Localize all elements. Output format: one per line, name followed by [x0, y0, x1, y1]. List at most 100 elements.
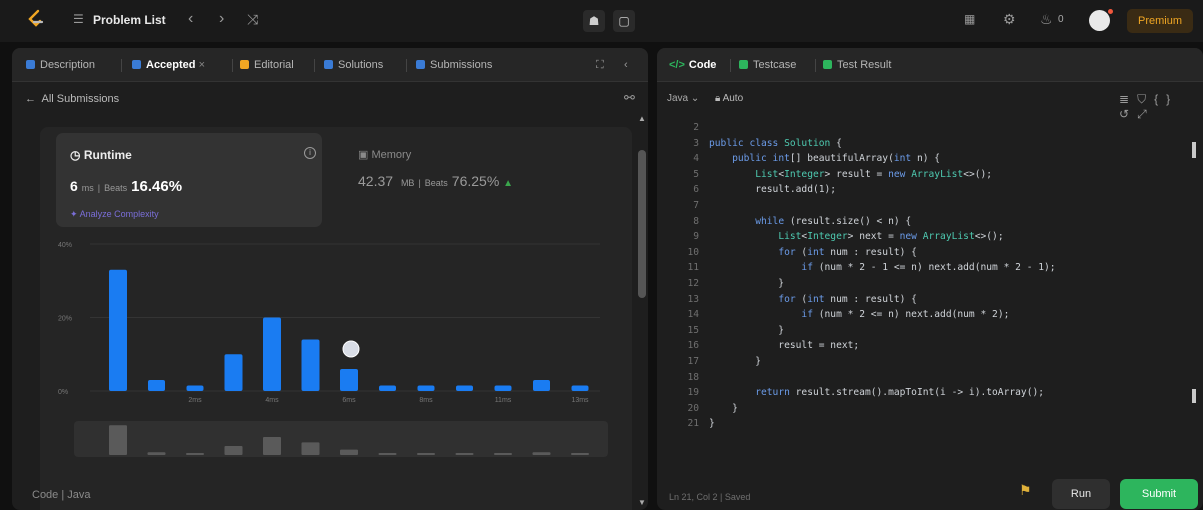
- tab-solutions[interactable]: Solutions: [324, 59, 383, 71]
- runtime-distribution-chart[interactable]: 0% 20% 40% 2ms 4ms 6ms 8ms 11ms 13ms: [40, 127, 632, 510]
- code-line[interactable]: 2: [657, 122, 1203, 136]
- x-tick-label: 6ms: [342, 397, 356, 404]
- auto-label: Auto: [722, 93, 744, 104]
- bookmark-icon[interactable]: ⛉: [1137, 92, 1154, 106]
- tab-code[interactable]: </> Code: [669, 59, 716, 71]
- submit-button[interactable]: Submit: [1120, 479, 1198, 509]
- overview-bar: [224, 446, 243, 455]
- tab-test-result[interactable]: Test Result: [823, 59, 891, 71]
- run-button[interactable]: Run: [1052, 479, 1110, 509]
- editor-toolbar: Java ⌄ 🔒︎ Auto ≣⛉{}↺⤢: [657, 82, 1203, 121]
- tab-testcase[interactable]: Testcase: [739, 59, 796, 71]
- code-line[interactable]: 6 result.add(1);: [657, 184, 1203, 198]
- code-text: if (num * 2 - 1 <= n) next.add(num * 2 -…: [801, 262, 1056, 274]
- line-number: 15: [687, 324, 699, 336]
- scrollbar-thumb[interactable]: [638, 150, 646, 298]
- braces-icon[interactable]: {}: [1154, 92, 1178, 106]
- list-icon[interactable]: ☰: [73, 12, 84, 26]
- test-result-icon: [823, 60, 832, 69]
- code-line[interactable]: 7: [657, 200, 1203, 214]
- code-text: for (int num : result) {: [778, 293, 917, 305]
- prev-problem-button[interactable]: ‹: [188, 10, 193, 28]
- code-line[interactable]: 3 public class Solution {: [657, 138, 1203, 152]
- y-tick-label: 0%: [58, 389, 68, 396]
- stats-card: ◷ Runtime i 6 ms | Beats 16.46% ✦ Analyze Co…: [40, 127, 632, 510]
- tab-editorial[interactable]: Editorial: [240, 59, 294, 71]
- line-number: 3: [693, 137, 699, 149]
- code-line[interactable]: 19 return result.stream().mapToInt(i -> …: [657, 387, 1203, 401]
- lock-icon: 🔒︎: [715, 93, 721, 104]
- tab-divider: [406, 59, 407, 72]
- auto-mode[interactable]: 🔒︎ Auto: [715, 93, 743, 104]
- chart-bar: [494, 385, 512, 391]
- maximize-icon[interactable]: ⛶: [596, 59, 604, 72]
- format-icon[interactable]: ≣: [1119, 92, 1137, 106]
- code-line[interactable]: 10 for (int num : result) {: [657, 247, 1203, 261]
- code-line[interactable]: 17 }: [657, 356, 1203, 370]
- premium-button[interactable]: Premium: [1127, 9, 1193, 33]
- overview-bar: [109, 425, 127, 455]
- line-number: 19: [687, 387, 699, 399]
- overview-bar: [417, 453, 435, 455]
- y-tick-label: 20%: [58, 316, 72, 323]
- collapse-icon[interactable]: ‹: [624, 59, 628, 71]
- line-number: 21: [687, 418, 699, 430]
- line-number: 4: [693, 153, 699, 165]
- code-line[interactable]: 20 }: [657, 403, 1203, 417]
- notebook-icon[interactable]: ⚑: [1019, 482, 1032, 499]
- close-tab-icon[interactable]: ×: [199, 59, 205, 71]
- chart-bar: [301, 339, 320, 391]
- code-line[interactable]: 14 if (num * 2 <= n) next.add(num * 2);: [657, 309, 1203, 323]
- shuffle-button[interactable]: ⤨: [247, 11, 258, 28]
- code-line[interactable]: 16 result = next;: [657, 340, 1203, 354]
- next-problem-button[interactable]: ›: [219, 10, 224, 28]
- problem-list-link[interactable]: Problem List: [93, 13, 166, 27]
- layout-icon[interactable]: ▦: [964, 12, 975, 26]
- code-line[interactable]: 5 List<Integer> result = new ArrayList<>…: [657, 169, 1203, 183]
- editor-scroll-marker: [1192, 389, 1196, 403]
- leetcode-logo-icon[interactable]: [26, 9, 44, 31]
- code-text: public class Solution {: [709, 137, 842, 149]
- chart-bar: [456, 385, 473, 391]
- tab-label: Solutions: [338, 59, 384, 71]
- code-line[interactable]: 13 for (int num : result) {: [657, 294, 1203, 308]
- streak-fire-icon[interactable]: ♨: [1040, 11, 1053, 28]
- language-select[interactable]: Java ⌄: [667, 93, 699, 104]
- tab-submissions[interactable]: Submissions: [416, 59, 492, 71]
- overview-bar: [263, 437, 281, 455]
- code-line[interactable]: 12 }: [657, 278, 1203, 292]
- code-text: List<Integer> next = new ArrayList<>();: [778, 231, 1004, 243]
- scroll-down-arrow[interactable]: ▼: [638, 498, 646, 507]
- chart-bar: [533, 379, 550, 391]
- code-text: public int[] beautifulArray(int n) {: [732, 153, 941, 165]
- overview-bar: [532, 452, 551, 455]
- code-line[interactable]: 21}: [657, 418, 1203, 432]
- back-to-submissions[interactable]: ← All Submissions: [25, 93, 119, 105]
- tab-accepted[interactable]: Accepted ×: [132, 59, 205, 71]
- line-number: 14: [687, 309, 699, 321]
- code-line[interactable]: 8 while (result.size() < n) {: [657, 216, 1203, 230]
- tab-divider: [232, 59, 233, 72]
- code-line[interactable]: 15 }: [657, 325, 1203, 339]
- tab-description[interactable]: Description: [26, 59, 95, 71]
- debug-icon[interactable]: ☗: [583, 10, 605, 32]
- share-link-icon[interactable]: ⚯: [624, 90, 635, 106]
- x-tick-label: 2ms: [188, 397, 202, 404]
- code-line[interactable]: 9 List<Integer> next = new ArrayList<>()…: [657, 231, 1203, 245]
- note-icon[interactable]: ▢: [613, 10, 635, 32]
- code-language-footer[interactable]: Code | Java: [32, 489, 91, 501]
- code-line[interactable]: 18: [657, 372, 1203, 386]
- x-tick-label: 13ms: [571, 397, 589, 404]
- tab-label: Accepted: [146, 59, 196, 71]
- settings-gear-icon[interactable]: ⚙: [1003, 11, 1016, 28]
- code-editor[interactable]: 2 3 public class Solution { 4 public int[] …: [657, 118, 1203, 466]
- language-label: Java: [667, 93, 689, 104]
- overview-bar: [571, 453, 589, 455]
- avatar[interactable]: [1089, 10, 1110, 31]
- code-line[interactable]: 4 public int[] beautifulArray(int n) {: [657, 153, 1203, 167]
- overview-bar: [186, 453, 204, 455]
- top-bar: ☰ Problem List ‹ › ⤨ ☗ ▢ ▦ ⚙ ♨ 0 Premium: [0, 0, 1203, 42]
- tab-divider: [121, 59, 122, 72]
- code-line[interactable]: 11 if (num * 2 - 1 <= n) next.add(num * …: [657, 262, 1203, 276]
- scroll-up-arrow[interactable]: ▲: [638, 114, 646, 123]
